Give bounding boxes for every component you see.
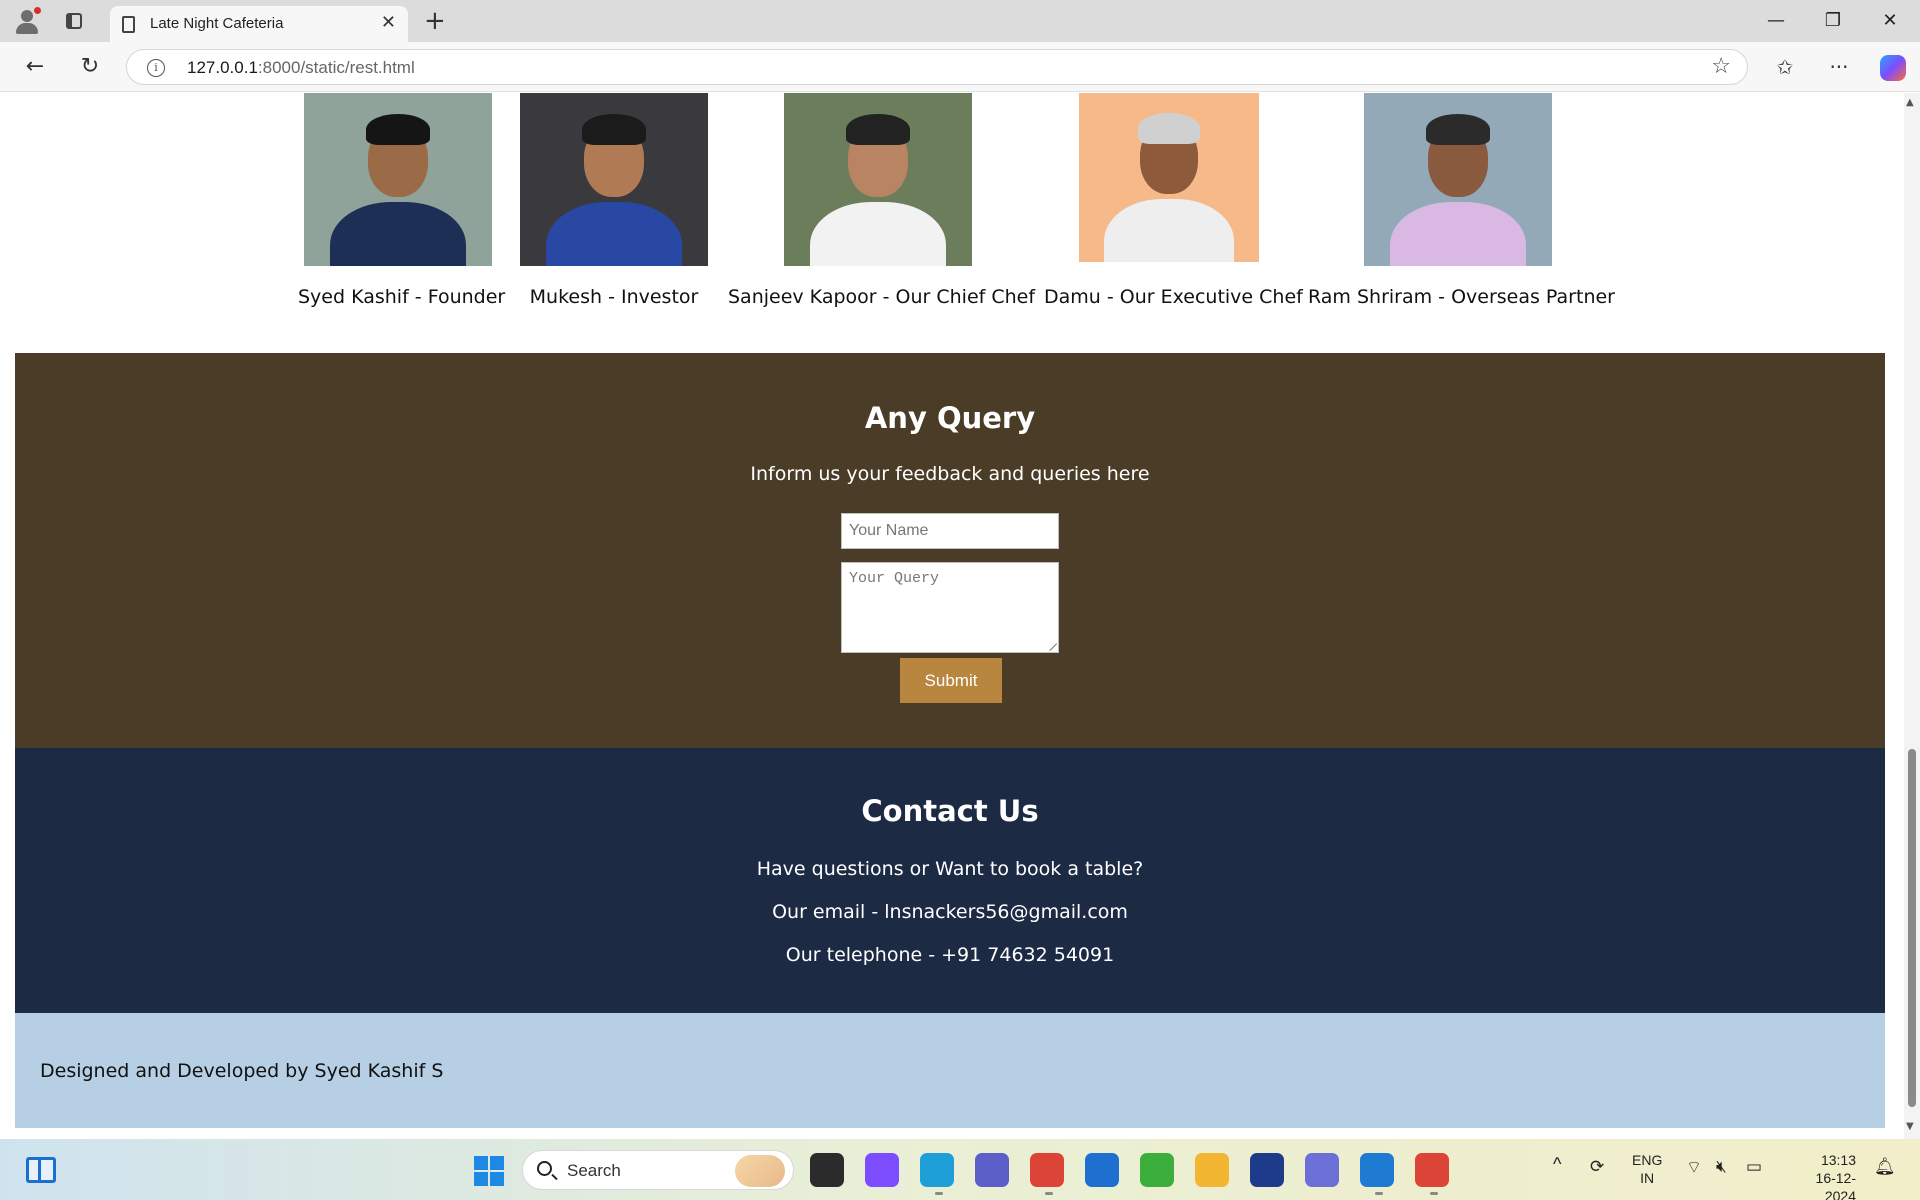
clock[interactable]: 13:13 16-12-2024 [1786, 1151, 1856, 1200]
team-member: Syed Kashif - Founder [298, 93, 506, 308]
folder-icon[interactable] [1195, 1153, 1229, 1187]
member-photo [1364, 93, 1552, 266]
contact-question: Have questions or Want to book a table? [756, 858, 1144, 880]
running-indicator [935, 1192, 943, 1195]
chrome-2-icon[interactable] [1415, 1153, 1449, 1187]
tab-actions-icon[interactable] [64, 10, 86, 32]
query-textarea[interactable] [841, 562, 1059, 653]
contact-section: Contact Us Have questions or Want to boo… [15, 748, 1885, 1013]
clock-date: 16-12-2024 [1815, 1170, 1856, 1200]
member-name: Sanjeev Kapoor - Our Chief Chef [728, 286, 1036, 308]
file-explorer-icon[interactable] [810, 1153, 844, 1187]
store-icon[interactable] [1085, 1153, 1119, 1187]
tab-close-icon[interactable]: ✕ [381, 13, 396, 33]
member-name: Mukesh - Investor [529, 286, 699, 308]
battery-icon[interactable]: ▭ [1746, 1157, 1762, 1177]
chrome-icon[interactable] [1030, 1153, 1064, 1187]
vscode-icon[interactable] [1360, 1153, 1394, 1187]
ring-icon[interactable] [1140, 1153, 1174, 1187]
delta-icon[interactable] [1305, 1153, 1339, 1187]
member-name: Ram Shriram - Overseas Partner [1308, 286, 1615, 308]
team-member: Damu - Our Executive Chef [1044, 93, 1303, 308]
contact-telephone: Our telephone - +91 74632 54091 [785, 944, 1115, 966]
running-indicator [1045, 1192, 1053, 1195]
favorite-star-icon[interactable]: ☆ [1711, 54, 1731, 79]
site-info-icon[interactable]: i [147, 59, 165, 77]
member-name: Damu - Our Executive Chef [1044, 286, 1303, 308]
tab-title: Late Night Cafeteria [150, 15, 284, 32]
l-app-icon[interactable] [1250, 1153, 1284, 1187]
vertical-scrollbar[interactable]: ▲ ▼ [1904, 93, 1920, 1139]
query-title: Any Query [864, 401, 1036, 435]
more-menu-icon[interactable]: ··· [1824, 52, 1854, 82]
language-code: ENG [1632, 1152, 1663, 1168]
page-icon [122, 16, 135, 33]
minimize-button[interactable]: — [1756, 8, 1796, 34]
wifi-icon[interactable]: ⌔ [1686, 1157, 1702, 1178]
back-button[interactable]: ← [20, 52, 50, 82]
browser-toolbar: ← ↻ i 127.0.0.1:8000/static/rest.html ☆ … [0, 42, 1920, 92]
profile-icon[interactable] [12, 7, 42, 35]
search-highlight-icon [735, 1155, 785, 1187]
search-label: Search [567, 1161, 621, 1180]
widgets-icon[interactable] [26, 1157, 56, 1183]
tray-overflow-icon[interactable]: ^ [1553, 1155, 1561, 1173]
favorites-icon[interactable]: ✩ [1770, 52, 1800, 82]
running-indicator [1375, 1192, 1383, 1195]
page-footer: Designed and Developed by Syed Kashif S [15, 1013, 1885, 1128]
windows-taskbar: Search ^ ⟳ ENG IN ⌔ 🔇︎ ▭ 13:13 16-12-202… [0, 1139, 1920, 1200]
member-photo [520, 93, 708, 266]
new-tab-button[interactable]: + [424, 6, 446, 36]
browser-tab-bar: Late Night Cafeteria ✕ + — ❐ ✕ [0, 0, 1920, 42]
contact-email: Our email - lnsnackers56@gmail.com [772, 901, 1128, 923]
reload-button[interactable]: ↻ [75, 52, 105, 82]
contact-title: Contact Us [861, 794, 1039, 828]
taskbar-search[interactable]: Search [522, 1150, 794, 1190]
name-input[interactable] [841, 513, 1059, 549]
submit-button[interactable]: Submit [900, 658, 1002, 703]
member-photo [784, 93, 972, 266]
language-indicator[interactable]: ENG IN [1632, 1151, 1662, 1187]
url-text[interactable]: 127.0.0.1:8000/static/rest.html [187, 58, 415, 78]
page-viewport: Syed Kashif - Founder Mukesh - Investor … [0, 93, 1920, 1139]
restore-button[interactable]: ❐ [1813, 8, 1853, 34]
clock-time: 13:13 [1820, 1152, 1856, 1168]
team-member: Ram Shriram - Overseas Partner [1308, 93, 1615, 308]
search-icon [537, 1161, 552, 1176]
scroll-down-icon[interactable]: ▼ [1906, 1121, 1914, 1132]
team-member: Mukesh - Investor [514, 93, 714, 308]
team-section: Syed Kashif - Founder Mukesh - Investor … [0, 93, 1904, 353]
member-photo [304, 93, 492, 266]
sync-icon[interactable]: ⟳ [1590, 1157, 1604, 1177]
volume-muted-icon[interactable]: 🔇︎ [1716, 1157, 1727, 1177]
footer-credit: Designed and Developed by Syed Kashif S [40, 1060, 444, 1082]
team-member: Sanjeev Kapoor - Our Chief Chef [728, 93, 1036, 308]
query-subtitle: Inform us your feedback and queries here [750, 463, 1150, 485]
member-name: Syed Kashif - Founder [298, 286, 506, 308]
query-section: Any Query Inform us your feedback and qu… [15, 353, 1885, 748]
running-indicator [1430, 1192, 1438, 1195]
scroll-up-icon[interactable]: ▲ [1906, 97, 1914, 108]
region-code: IN [1640, 1170, 1655, 1186]
copilot-icon[interactable] [1880, 55, 1906, 81]
edge-icon[interactable] [920, 1153, 954, 1187]
teams-icon[interactable] [975, 1153, 1009, 1187]
address-bar[interactable]: i 127.0.0.1:8000/static/rest.html ☆ [126, 49, 1748, 85]
url-path: :8000/static/rest.html [257, 58, 415, 77]
start-button[interactable] [474, 1156, 504, 1186]
scrollbar-thumb[interactable] [1908, 749, 1916, 1107]
window-close-button[interactable]: ✕ [1870, 8, 1910, 34]
notification-bell-icon[interactable]: 🔔︎ [1874, 1157, 1896, 1177]
member-photo [1079, 93, 1259, 262]
browser-tab[interactable]: Late Night Cafeteria ✕ [110, 6, 408, 42]
copilot-icon[interactable] [865, 1153, 899, 1187]
url-host: 127.0.0.1 [187, 58, 258, 77]
